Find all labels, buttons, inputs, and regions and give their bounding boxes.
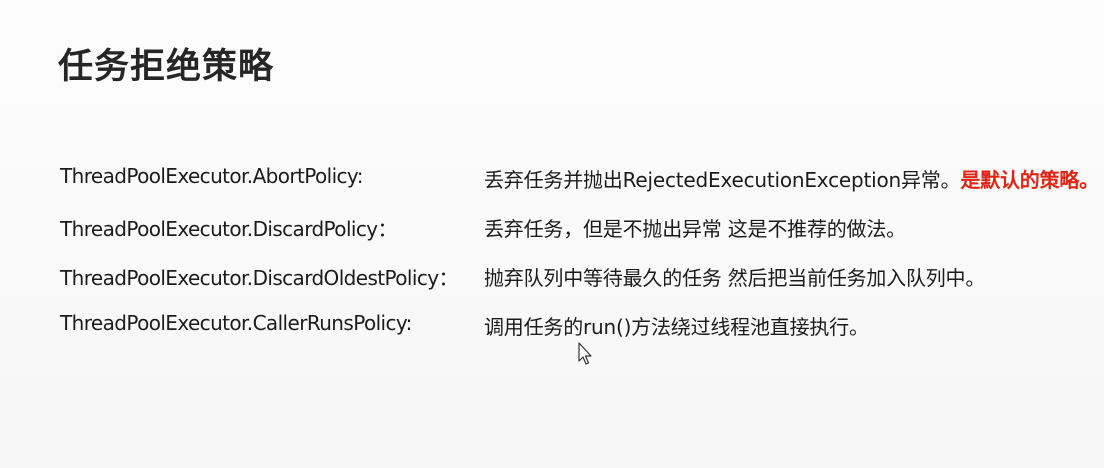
policy-row-discard: ThreadPoolExecutor.DiscardPolicy： 丢弃任务，但… — [60, 213, 1104, 262]
slide-title: 任务拒绝策略 — [58, 47, 275, 87]
default-policy-highlight: 是默认的策略。 — [960, 168, 1099, 192]
policy-row-discard-oldest: ThreadPoolExecutor.DiscardOldestPolicy： … — [60, 262, 1104, 311]
policy-description: 调用任务的run()方法绕过线程池直接执行。 — [484, 315, 869, 339]
policy-description: 抛弃队列中等待最久的任务 然后把当前任务加入队列中。 — [484, 266, 986, 290]
policy-row-abort: ThreadPoolExecutor.AbortPolicy: 丢弃任务并抛出R… — [60, 164, 1104, 213]
policy-name: ThreadPoolExecutor.DiscardPolicy： — [60, 217, 397, 241]
policy-name: ThreadPoolExecutor.DiscardOldestPolicy： — [60, 266, 458, 290]
policy-description: 丢弃任务并抛出RejectedExecutionException异常。是默认的… — [484, 164, 1099, 193]
policy-description-text: 丢弃任务并抛出RejectedExecutionException异常。 — [484, 168, 961, 192]
mouse-pointer-icon — [578, 342, 592, 365]
slide: 任务拒绝策略 ThreadPoolExecutor.AbortPolicy: 丢… — [0, 0, 1104, 468]
policy-description: 丢弃任务，但是不抛出异常 这是不推荐的做法。 — [484, 217, 906, 241]
policy-name: ThreadPoolExecutor.CallerRunsPolicy: — [60, 311, 412, 335]
policy-list: ThreadPoolExecutor.AbortPolicy: 丢弃任务并抛出R… — [60, 164, 1104, 360]
policy-name: ThreadPoolExecutor.AbortPolicy: — [60, 164, 363, 188]
